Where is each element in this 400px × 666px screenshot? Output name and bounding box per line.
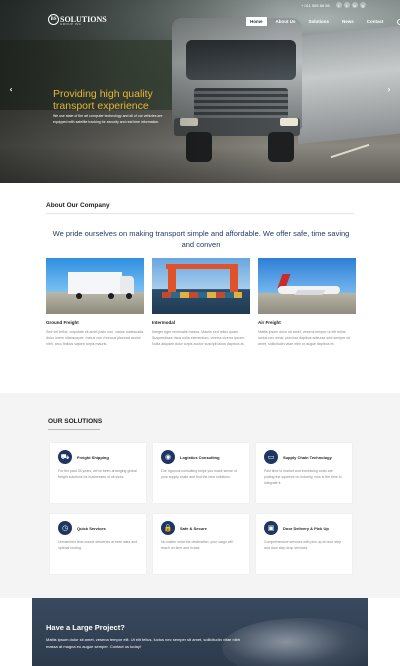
card-title[interactable]: Air Freight bbox=[258, 320, 356, 325]
top-bar: + 011 555 66 56 f t in g bbox=[301, 2, 366, 8]
card-title[interactable]: Intermodal bbox=[152, 320, 250, 325]
truck-cab bbox=[120, 276, 134, 294]
site-header: BS SOLUTIONS GROUP INC + 011 555 66 56 f… bbox=[0, 0, 400, 34]
hero-title: Providing high quality transport experie… bbox=[53, 88, 153, 112]
hero-title-line: Providing high quality bbox=[53, 88, 153, 100]
hero-description: We use state of the art computer technol… bbox=[53, 114, 163, 124]
card-text: For the past 35 years, we've been arrang… bbox=[58, 469, 137, 479]
linkedin-icon[interactable]: in bbox=[351, 2, 358, 8]
about-lead-text: We pride ourselves on making transport s… bbox=[52, 229, 350, 249]
card-title: Quick Services bbox=[77, 525, 106, 531]
solution-card-freight-shipping[interactable]: ⛟ Freight Shipping For the past 35 years… bbox=[50, 443, 146, 503]
menu-item-solutions[interactable]: Solutions bbox=[309, 19, 330, 24]
solutions-heading: OUR SOLUTIONS bbox=[48, 418, 103, 425]
menu-item-news[interactable]: News bbox=[342, 19, 354, 24]
solutions-section: OUR SOLUTIONS ⛟ Freight Shipping For the… bbox=[0, 393, 400, 598]
air-freight-image bbox=[258, 258, 356, 314]
compass-icon: ◉ bbox=[161, 450, 175, 464]
cta-text: Mattis ipsum dolor sit amet, vesena temp… bbox=[46, 637, 241, 649]
card-header: ⛟ Freight Shipping bbox=[58, 450, 138, 464]
phone-number[interactable]: + 011 555 66 56 bbox=[301, 3, 330, 8]
card-text: Sed vel tellus, vulputate sit amet justo… bbox=[46, 330, 144, 346]
card-title: Freight Shipping bbox=[77, 454, 109, 460]
service-card-intermodal[interactable]: Intermodal Integer eget venenatis massa.… bbox=[152, 258, 250, 347]
card-text: Our rigorous consulting helps you make s… bbox=[161, 469, 237, 479]
card-header: ▭ Supply Chain Technology bbox=[264, 450, 344, 464]
card-text: Unmatched time-bound deliveries at best … bbox=[58, 540, 138, 550]
site-logo[interactable]: BS SOLUTIONS GROUP INC bbox=[48, 14, 107, 26]
search-icon[interactable] bbox=[396, 18, 400, 25]
card-title: Logistics Consulting bbox=[180, 454, 220, 460]
truck-wheel bbox=[76, 293, 82, 299]
truck-icon: ⛟ bbox=[58, 450, 72, 464]
solution-card-quick-services[interactable]: ◷ Quick Services Unmatched time-bound de… bbox=[50, 514, 146, 574]
card-title[interactable]: Ground Freight bbox=[46, 320, 144, 325]
card-title: Door Delivery & Pick Up bbox=[283, 525, 329, 531]
menu-item-home[interactable]: Home bbox=[246, 17, 267, 26]
solution-card-door-delivery[interactable]: ▣ Door Delivery & Pick Up Comprehensive … bbox=[256, 514, 352, 574]
truck-wheel bbox=[126, 293, 132, 299]
card-text: Mattis ipsum dolor sit amet, vesena temp… bbox=[258, 330, 350, 346]
lock-icon: 🔒 bbox=[161, 521, 175, 535]
about-heading: About Our Company bbox=[46, 202, 110, 209]
card-text: Integer eget venenatis massa. Mauris sed… bbox=[152, 330, 245, 346]
solution-card-safe-secure[interactable]: 🔒 Safe & Secure No matter what the desti… bbox=[153, 514, 249, 574]
slider-prev-arrow-icon[interactable]: ‹ bbox=[7, 86, 15, 94]
card-header: ◉ Logistics Consulting bbox=[161, 450, 241, 464]
clock-icon: ◷ bbox=[58, 521, 72, 535]
crane-leg bbox=[230, 264, 238, 294]
card-text: Fast time to market and increasing costs… bbox=[264, 469, 342, 485]
containers bbox=[162, 292, 242, 298]
hero-slider: BS SOLUTIONS GROUP INC + 011 555 66 56 f… bbox=[0, 0, 400, 183]
large-project-banner: Have a Large Project? Mattis ipsum dolor… bbox=[32, 598, 368, 666]
facebook-icon[interactable]: f bbox=[335, 2, 342, 8]
card-header: ▣ Door Delivery & Pick Up bbox=[264, 521, 344, 535]
hero-title-line: transport experience bbox=[53, 100, 149, 112]
card-header: 🔒 Safe & Secure bbox=[161, 521, 241, 535]
plane-wing bbox=[294, 290, 326, 295]
crane-leg bbox=[168, 264, 176, 294]
intermodal-image bbox=[152, 258, 250, 314]
section-divider bbox=[46, 213, 354, 214]
main-menu: Home About Us Solutions News Contact bbox=[246, 17, 400, 26]
slider-next-arrow-icon[interactable]: › bbox=[385, 86, 393, 94]
menu-item-contact[interactable]: Contact bbox=[367, 19, 384, 24]
service-cards: Ground Freight Sed vel tellus, vulputate… bbox=[46, 258, 356, 368]
section-divider bbox=[48, 429, 100, 430]
twitter-icon[interactable]: t bbox=[343, 2, 350, 8]
card-header: ◷ Quick Services bbox=[58, 521, 138, 535]
logo-mark: BS bbox=[48, 14, 59, 25]
truck-trailer bbox=[68, 272, 122, 294]
logo-subtitle: GROUP INC bbox=[60, 22, 82, 26]
ground-freight-image bbox=[46, 258, 144, 314]
solution-card-supply-chain-technology[interactable]: ▭ Supply Chain Technology Fast time to m… bbox=[256, 443, 352, 503]
card-text: Comprehensive services with pick up at d… bbox=[264, 540, 342, 550]
service-card-air-freight[interactable]: Air Freight Mattis ipsum dolor sit amet,… bbox=[258, 258, 356, 347]
google-plus-icon[interactable]: g bbox=[359, 2, 366, 8]
service-card-ground-freight[interactable]: Ground Freight Sed vel tellus, vulputate… bbox=[46, 258, 144, 347]
crane-beam bbox=[166, 264, 238, 269]
truck-wheel bbox=[108, 293, 114, 299]
card-title: Supply Chain Technology bbox=[283, 454, 332, 460]
card-title: Safe & Secure bbox=[180, 525, 207, 531]
solution-card-logistics-consulting[interactable]: ◉ Logistics Consulting Our rigorous cons… bbox=[153, 443, 249, 503]
cta-title: Have a Large Project? bbox=[46, 623, 125, 632]
monitor-icon: ▭ bbox=[264, 450, 278, 464]
card-text: No matter what the destination, your car… bbox=[161, 540, 233, 550]
menu-item-about-us[interactable]: About Us bbox=[276, 19, 296, 24]
box-icon: ▣ bbox=[264, 521, 278, 535]
